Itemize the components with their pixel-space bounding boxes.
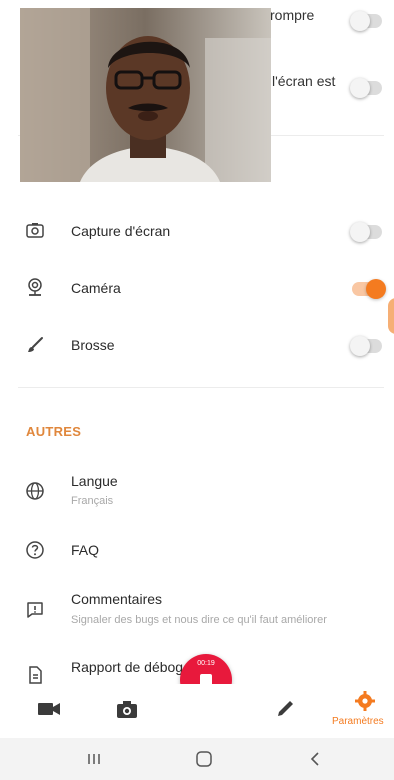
camera-toggle[interactable] xyxy=(352,279,386,299)
setting-label: rompre xyxy=(270,7,315,23)
screenshot-toggle[interactable] xyxy=(350,222,382,242)
divider xyxy=(18,387,384,388)
nav-label-settings[interactable]: Paramètres xyxy=(332,716,384,727)
setting-label: FAQ xyxy=(71,542,100,558)
section-title-others: AUTRES xyxy=(26,424,82,439)
help-circle-icon xyxy=(26,541,44,559)
bottom-navigation: Paramètres xyxy=(0,684,394,738)
setting-row-camera[interactable]: Caméra xyxy=(0,271,394,307)
setting-label: Langue xyxy=(71,473,118,489)
brush-icon xyxy=(28,337,43,352)
recent-apps-icon[interactable] xyxy=(84,750,104,768)
setting-label: Caméra xyxy=(71,280,121,296)
report-icon xyxy=(29,666,42,684)
camera-icon[interactable] xyxy=(114,698,140,720)
recording-time: 00:19 xyxy=(197,660,215,667)
feedback-icon xyxy=(27,602,43,618)
camera-feed-image xyxy=(20,8,271,182)
camera-icon xyxy=(28,278,42,296)
screenshot-icon xyxy=(26,223,44,238)
setting-row-brush[interactable]: Brosse xyxy=(0,328,394,364)
system-navigation-bar xyxy=(0,738,394,780)
setting-toggle[interactable] xyxy=(350,11,382,31)
setting-row-language[interactable]: Langue Français xyxy=(0,467,394,513)
setting-label: Commentaires xyxy=(71,591,163,607)
back-icon[interactable] xyxy=(306,750,326,768)
pencil-icon[interactable] xyxy=(272,698,298,720)
setting-label: Rapport de débog xyxy=(71,659,184,675)
floating-handle[interactable] xyxy=(388,298,394,334)
setting-label: Capture d'écran xyxy=(71,223,171,239)
video-icon[interactable] xyxy=(36,698,62,720)
setting-label: Brosse xyxy=(71,337,115,353)
setting-toggle[interactable] xyxy=(350,78,382,98)
setting-sublabel: Français xyxy=(71,495,114,507)
globe-icon xyxy=(26,482,44,500)
brush-toggle[interactable] xyxy=(350,336,382,356)
setting-row-faq[interactable]: FAQ xyxy=(0,536,394,566)
setting-sublabel: Signaler des bugs et nous dire ce qu'il … xyxy=(71,614,327,626)
settings-icon[interactable] xyxy=(354,690,376,712)
camera-overlay[interactable] xyxy=(20,8,271,182)
setting-row-screenshot[interactable]: Capture d'écran xyxy=(0,214,394,250)
home-icon[interactable] xyxy=(194,750,214,768)
setting-label: l'écran est xyxy=(272,73,336,89)
setting-row-feedback[interactable]: Commentaires Signaler des bugs et nous d… xyxy=(0,586,394,632)
